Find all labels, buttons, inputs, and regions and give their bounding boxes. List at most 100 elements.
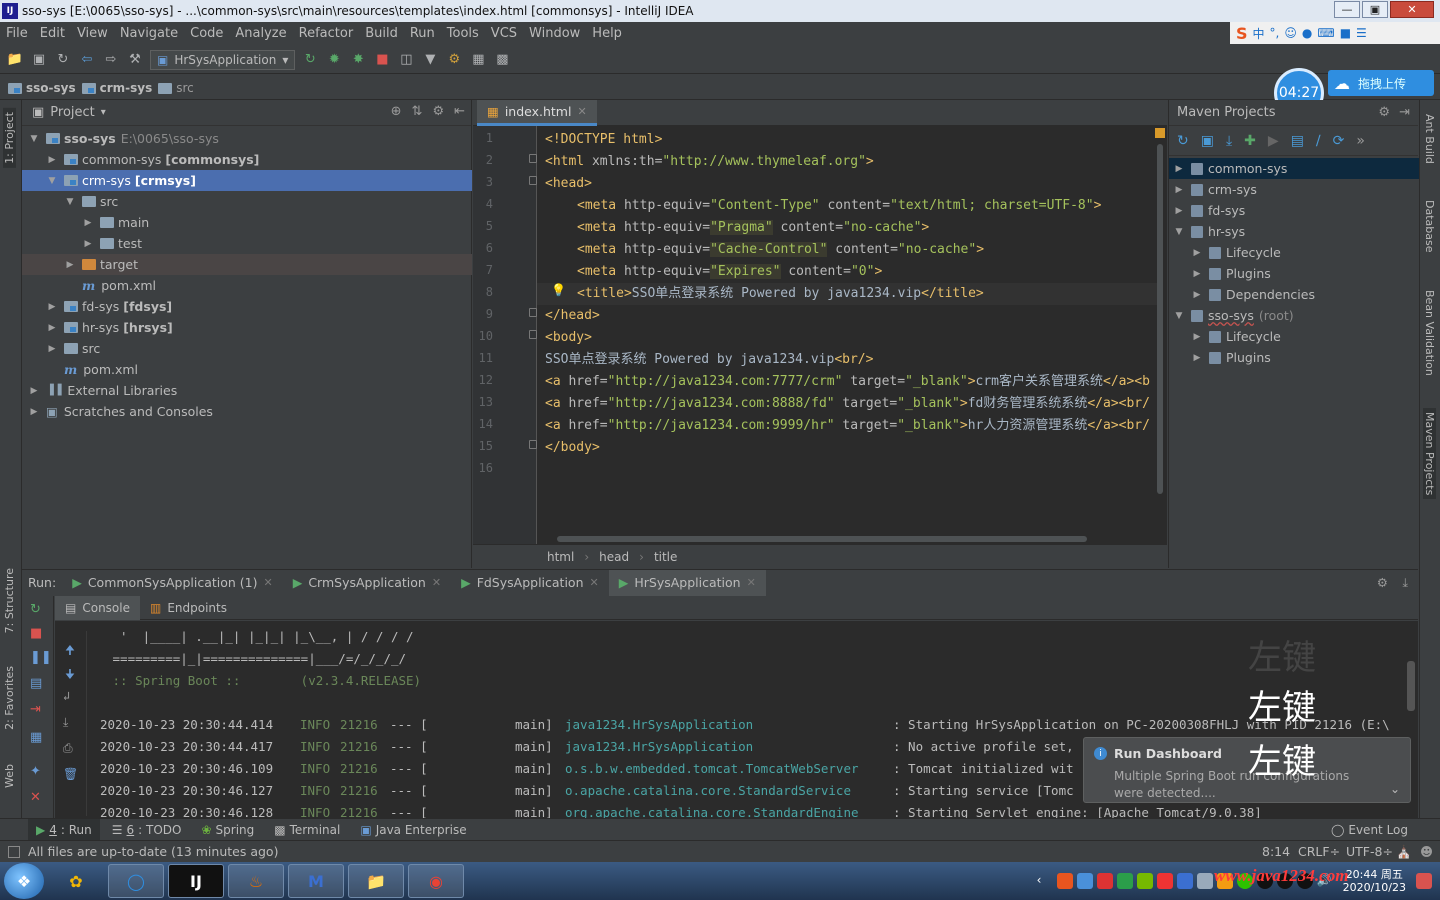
notification-center-icon[interactable] [1416, 873, 1432, 889]
run-tab-fd-sys[interactable]: ▶ FdSysApplication ✕ [451, 570, 609, 596]
collapsed-arrow-icon[interactable]: ▶ [1191, 332, 1203, 342]
run-configuration-select[interactable]: ▣ HrSysApplication ▾ [150, 49, 296, 70]
close-tab-icon[interactable]: ✕ [263, 576, 272, 589]
maven-tree-row[interactable]: ▼ sso-sys (root) [1169, 305, 1419, 326]
add-icon[interactable]: ✚ [1244, 133, 1256, 149]
collapsed-arrow-icon[interactable]: ▶ [46, 302, 58, 312]
tray-app-icon[interactable] [1076, 873, 1093, 889]
project-tool-tab[interactable]: 1: Project [3, 108, 16, 168]
clear-all-icon[interactable]: 🗑 [63, 767, 78, 781]
keyboard-icon[interactable]: ⌨ [1317, 26, 1334, 40]
tree-row[interactable]: ▶ main [22, 212, 472, 233]
upload-button[interactable]: ☁ 拖拽上传 [1328, 70, 1434, 96]
expanded-arrow-icon[interactable]: ▼ [64, 197, 76, 207]
collapsed-arrow-icon[interactable]: ▶ [1173, 164, 1185, 174]
fold-marker-icon[interactable] [529, 440, 537, 449]
open-folder-icon[interactable]: 📁 [6, 51, 24, 69]
collapsed-arrow-icon[interactable]: ▶ [46, 344, 58, 354]
collapsed-arrow-icon[interactable]: ▶ [1191, 353, 1203, 363]
skip-tests-icon[interactable]: ⟳ [1333, 133, 1345, 149]
bean-validation-tool-tab[interactable]: Bean Validation [1423, 290, 1436, 376]
gear-icon[interactable]: ⚙ [1378, 105, 1390, 120]
tray-app-icon[interactable] [1136, 873, 1153, 889]
tree-row[interactable]: ▶ target [22, 254, 472, 275]
console-tab[interactable]: ▤ Console [55, 595, 140, 620]
run-dashboard-notification[interactable]: i Run Dashboard Multiple Spring Boot run… [1083, 737, 1411, 803]
menu-edit[interactable]: Edit [34, 26, 71, 41]
line-separator-select[interactable]: CRLF÷ [1298, 844, 1340, 859]
rerun-icon[interactable]: ↻ [30, 602, 41, 617]
maven-tree-row[interactable]: ▶ Dependencies [1169, 284, 1419, 305]
scroll-up-icon[interactable]: 🠉 [65, 641, 75, 662]
pin-icon[interactable]: ✦ [30, 764, 41, 779]
print-icon[interactable]: ⎙ [63, 741, 73, 756]
menu-vcs[interactable]: VCS [485, 26, 523, 41]
vcs-commit-icon[interactable]: ▼ [421, 51, 439, 69]
lightbulb-icon[interactable]: 💡 [551, 283, 566, 297]
collapse-all-icon[interactable]: ⇅ [412, 104, 423, 119]
run-maven-icon[interactable]: ▶ [1268, 133, 1279, 149]
stop-icon[interactable]: ■ [373, 51, 391, 69]
menu-build[interactable]: Build [359, 26, 404, 41]
java-enterprise-tool-button[interactable]: ▣ Java Enterprise [352, 819, 474, 841]
taskbar-app-java-icon[interactable]: ♨ [228, 864, 284, 898]
maven-tree-row[interactable]: ▶ common-sys [1169, 158, 1419, 179]
gear-icon[interactable]: ⚙ [1377, 575, 1388, 590]
sdk-icon[interactable]: ▩ [493, 51, 511, 69]
tray-app-icon[interactable] [1176, 873, 1193, 889]
close-tab-icon[interactable]: ✕ [432, 576, 441, 589]
editor-tab-index-html[interactable]: ▦ index.html ✕ [477, 100, 597, 126]
collapsed-arrow-icon[interactable]: ▶ [1173, 185, 1185, 195]
system-clock[interactable]: 20:44 周五 2020/10/23 [1343, 868, 1406, 894]
hide-panel-icon[interactable]: ⇤ [454, 104, 465, 119]
sogou-icon[interactable]: S [1236, 24, 1248, 43]
collapsed-arrow-icon[interactable]: ▶ [1191, 248, 1203, 258]
run-tab-common-sys[interactable]: ▶ CommonSysApplication (1) ✕ [62, 570, 283, 596]
collapsed-arrow-icon[interactable]: ▶ [28, 386, 40, 396]
fold-marker-icon[interactable] [529, 154, 537, 163]
minimize-button[interactable]: — [1334, 1, 1360, 18]
menu-window[interactable]: Window [523, 26, 586, 41]
menu-analyze[interactable]: Analyze [229, 26, 292, 41]
close-tab-icon[interactable]: ✕ [747, 576, 756, 589]
tree-row[interactable]: ▶ hr-sys [hrsys] [22, 317, 472, 338]
collapsed-arrow-icon[interactable]: ▶ [64, 260, 76, 270]
rerun-icon[interactable]: ↻ [301, 51, 319, 69]
minimize-panel-icon[interactable]: ⤓ [1402, 575, 1408, 591]
debug-bug-icon[interactable]: ✹ [325, 51, 343, 69]
settings-icon[interactable]: ☰ [1356, 26, 1367, 40]
taskbar-app-editor-icon[interactable]: M [288, 864, 344, 898]
database-tool-tab[interactable]: Database [1423, 200, 1436, 253]
maven-tree-row[interactable]: ▼ hr-sys [1169, 221, 1419, 242]
taskbar-app-browser-icon[interactable]: ◯ [108, 864, 164, 898]
maven-tree-row[interactable]: ▶ crm-sys [1169, 179, 1419, 200]
collapsed-arrow-icon[interactable]: ▶ [46, 155, 58, 165]
download-icon[interactable]: ⤓ [1226, 133, 1232, 149]
tree-row[interactable]: ▼ src [22, 191, 472, 212]
expanded-arrow-icon[interactable]: ▼ [1173, 227, 1185, 237]
menu-help[interactable]: Help [586, 26, 628, 41]
nav-item-sso-sys[interactable]: sso-sys [8, 81, 76, 95]
menu-view[interactable]: View [71, 26, 114, 41]
menu-tools[interactable]: Tools [441, 26, 485, 41]
toggle-offline-icon[interactable]: ∕ [1316, 133, 1321, 149]
taskbar-app-explorer-icon[interactable]: 📁 [348, 864, 404, 898]
close-button[interactable]: ✕ [1390, 1, 1434, 18]
generate-sources-icon[interactable]: ▣ [1201, 133, 1214, 149]
scroll-to-end-icon[interactable]: ⤓ [63, 715, 68, 730]
gear-icon[interactable]: ⚙ [432, 104, 444, 119]
hide-panel-icon[interactable]: ⇥ [1399, 105, 1410, 120]
menu-run[interactable]: Run [404, 26, 441, 41]
expanded-arrow-icon[interactable]: ▼ [1173, 311, 1185, 321]
fold-marker-icon[interactable] [529, 308, 537, 317]
locate-icon[interactable]: ⊕ [391, 104, 402, 119]
more-icon[interactable]: » [1356, 133, 1365, 149]
close-tab-icon[interactable]: ✕ [590, 576, 599, 589]
menu-code[interactable]: Code [184, 26, 229, 41]
tree-row[interactable]: ▶ test [22, 233, 472, 254]
nav-item-src[interactable]: src [158, 81, 194, 95]
event-log-button[interactable]: ◯ Event Log [1323, 819, 1416, 841]
endpoints-tab[interactable]: ▥ Endpoints [140, 596, 237, 620]
collapsed-arrow-icon[interactable]: ▶ [46, 323, 58, 333]
tray-app-icon[interactable] [1156, 873, 1173, 889]
